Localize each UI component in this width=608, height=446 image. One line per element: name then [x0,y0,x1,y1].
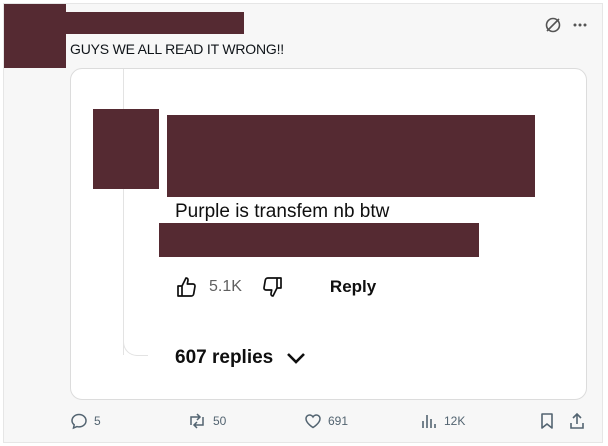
view-replies-button[interactable]: 607 replies [175,347,307,369]
bookmark-icon[interactable] [539,412,555,430]
more-icon[interactable] [572,16,588,34]
views-icon [420,412,438,430]
top-actions [544,16,588,34]
like-count: 5.1K [209,278,242,295]
thread-curve [123,331,148,356]
repost-count: 50 [213,414,227,428]
share-icon[interactable] [568,412,586,430]
redacted-comment-header [167,115,535,197]
redacted-avatar [4,4,66,68]
redacted-commenter-avatar [93,109,159,189]
chevron-down-icon [285,350,307,366]
reply-count: 5 [94,414,101,428]
repost-stat[interactable]: 50 [187,412,226,430]
post-text: GUYS WE ALL READ IT WRONG!! [70,41,284,57]
thumbs-up-icon[interactable] [175,275,199,299]
comment-text: Purple is transfem nb btw [175,201,390,222]
post-container: GUYS WE ALL READ IT WRONG!! Purple is tr… [3,3,603,443]
reply-button[interactable]: Reply [330,277,376,297]
reply-stat[interactable]: 5 [70,412,101,430]
engagement-bar: 5 50 691 12K [4,412,604,432]
redacted-comment-line [159,223,479,257]
grok-icon[interactable] [544,16,562,34]
embedded-image-card[interactable]: Purple is transfem nb btw 5.1K Reply 607… [70,68,587,400]
like-count-stat: 691 [328,414,349,428]
redacted-username [66,12,244,34]
like-icon [304,412,322,430]
thumbs-down-icon[interactable] [260,275,284,299]
like-stat[interactable]: 691 [304,412,348,430]
replies-label: 607 replies [175,347,274,368]
reply-icon [70,412,88,430]
views-stat[interactable]: 12K [420,412,465,430]
comment-actions: 5.1K Reply [175,275,376,299]
repost-icon [187,412,207,430]
views-count: 12K [444,414,466,428]
